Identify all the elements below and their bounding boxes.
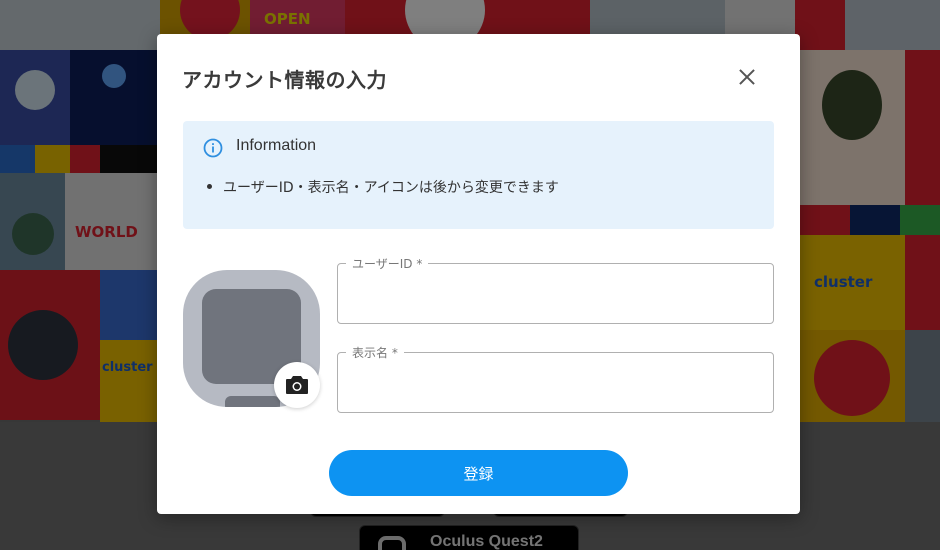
display-name-input[interactable] — [352, 371, 757, 397]
user-id-input[interactable] — [352, 282, 757, 308]
avatar-stand — [225, 396, 280, 407]
user-id-label: ユーザーID * — [346, 255, 429, 272]
dialog-title: アカウント情報の入力 — [182, 68, 387, 92]
camera-icon — [286, 376, 308, 394]
user-id-field[interactable]: ユーザーID * — [337, 255, 774, 324]
information-bullet-text: ユーザーID・表示名・アイコンは後から変更できます — [223, 180, 559, 196]
information-bullet: ユーザーID・表示名・アイコンは後から変更できます — [207, 177, 559, 197]
info-icon — [203, 138, 223, 158]
bullet-dot — [207, 184, 212, 189]
information-panel: Information ユーザーID・表示名・アイコンは後から変更できます — [183, 121, 774, 229]
display-name-label: 表示名 * — [346, 344, 404, 361]
register-button[interactable]: 登録 — [329, 450, 628, 496]
information-heading: Information — [236, 137, 317, 154]
account-info-dialog: アカウント情報の入力 Information ユーザーID・表示名・アイコンは後… — [157, 34, 800, 514]
display-name-field[interactable]: 表示名 * — [337, 344, 774, 413]
upload-avatar-button[interactable] — [274, 362, 320, 408]
close-icon[interactable] — [735, 65, 759, 89]
